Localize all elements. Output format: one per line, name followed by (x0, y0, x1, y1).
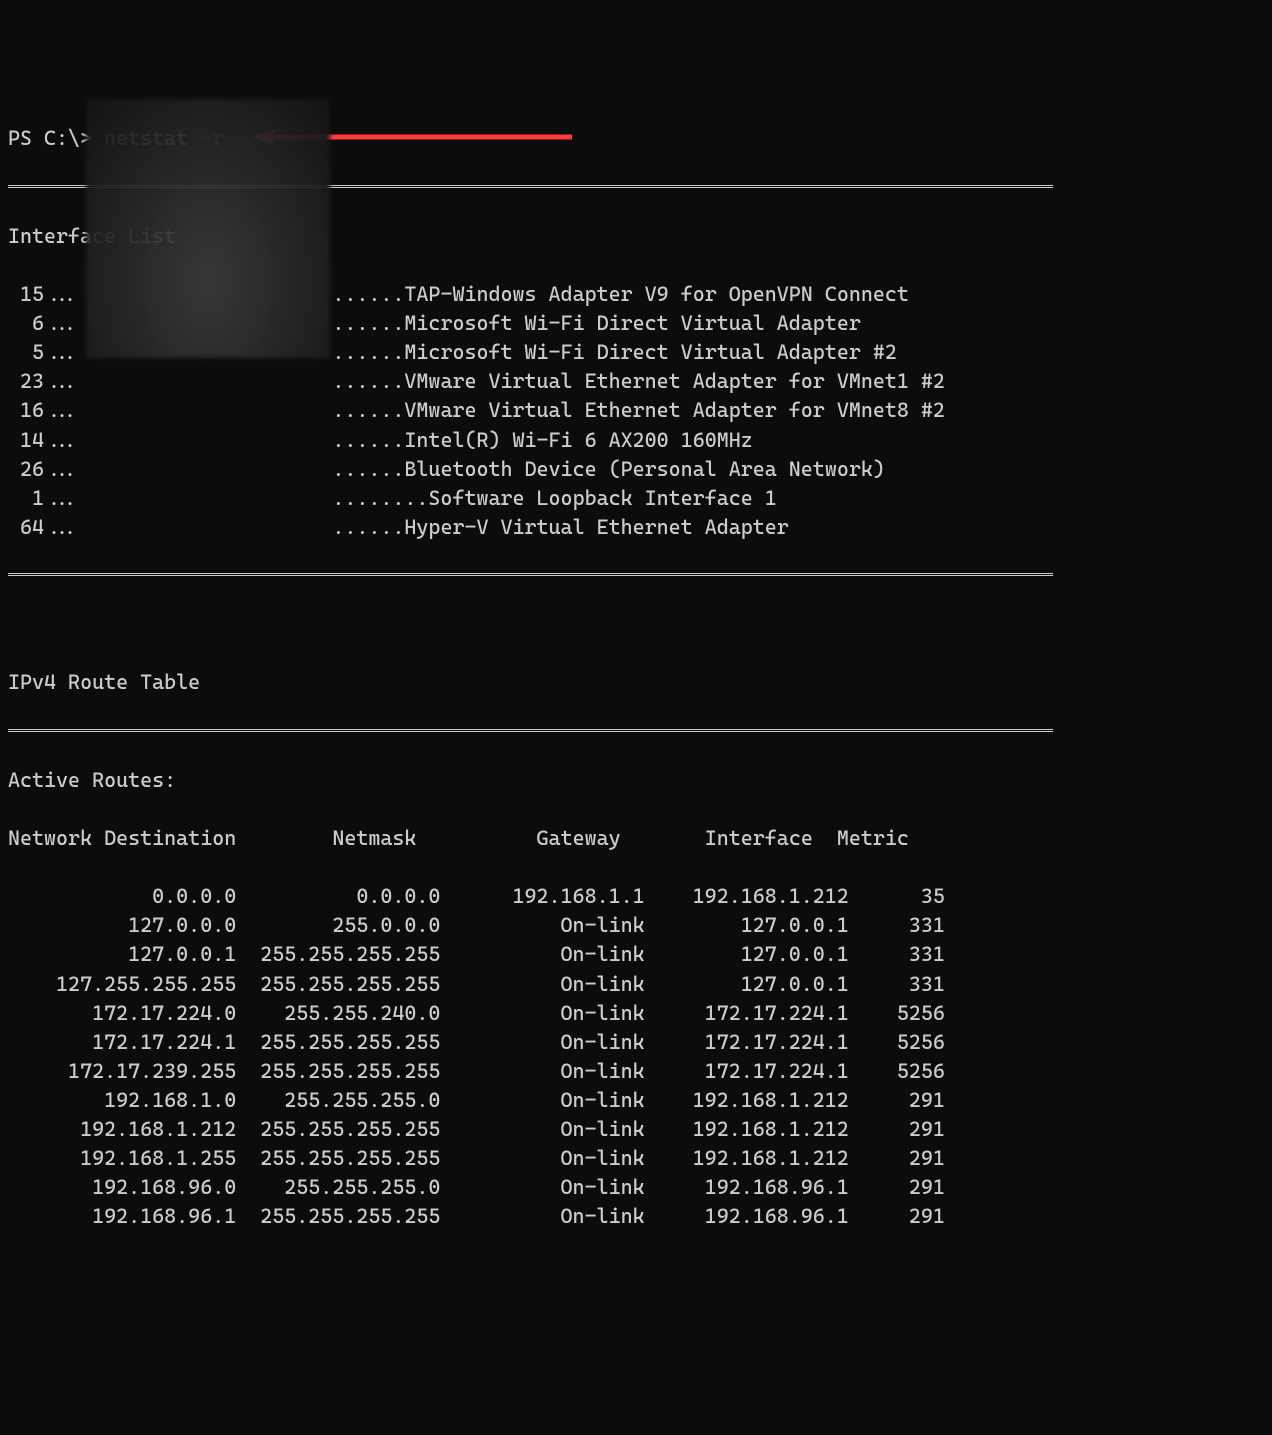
active-routes-label: Active Routes: (8, 766, 1264, 795)
dots: ...... (320, 282, 404, 306)
interface-index: 1 (8, 484, 44, 513)
command-arg: -r (188, 126, 224, 150)
col-gw: Gateway (537, 826, 621, 850)
interface-name: VMware Virtual Ethernet Adapter for VMne… (404, 398, 945, 422)
route-row: 192.168.96.0 255.255.255.0 On-link 192.1… (8, 1173, 1264, 1202)
redacted-mac (80, 369, 320, 393)
route-row: 172.17.239.255 255.255.255.255 On-link 1… (8, 1057, 1264, 1086)
interface-name: Bluetooth Device (Personal Area Network) (404, 457, 884, 481)
redacted-mac (80, 486, 320, 510)
interface-index: 16 (8, 396, 44, 425)
interface-name: Software Loopback Interface 1 (428, 486, 776, 510)
separator-line (8, 185, 1053, 189)
dots: ... (44, 311, 80, 335)
interface-row: 14... ......Intel(R) Wi-Fi 6 AX200 160MH… (8, 426, 1264, 455)
dots: ... (44, 369, 80, 393)
dots: ...... (320, 428, 404, 452)
interface-index: 26 (8, 455, 44, 484)
route-row: 0.0.0.0 0.0.0.0 192.168.1.1 192.168.1.21… (8, 882, 1264, 911)
redacted-mac (80, 340, 320, 364)
redacted-mac (80, 311, 320, 335)
route-row: 172.17.224.0 255.255.240.0 On-link 172.1… (8, 999, 1264, 1028)
col-dest: Network Destination (8, 826, 236, 850)
prompt-prefix: PS C:\> (8, 126, 104, 150)
interface-name: Microsoft Wi-Fi Direct Virtual Adapter (404, 311, 860, 335)
dots: ...... (320, 369, 404, 393)
interface-name: Intel(R) Wi-Fi 6 AX200 160MHz (404, 428, 752, 452)
dots: ... (44, 340, 80, 364)
redacted-mac (80, 515, 320, 539)
redacted-mac (80, 282, 320, 306)
route-row: 127.255.255.255 255.255.255.255 On-link … (8, 970, 1264, 999)
route-row: 192.168.1.0 255.255.255.0 On-link 192.16… (8, 1086, 1264, 1115)
interface-name: Hyper-V Virtual Ethernet Adapter (404, 515, 788, 539)
dots: ...... (320, 398, 404, 422)
route-table-title: IPv4 Route Table (8, 668, 1264, 697)
dots: ...... (320, 457, 404, 481)
interface-index: 23 (8, 367, 44, 396)
dots: ...... (320, 311, 404, 335)
interface-row: 15... ......TAP-Windows Adapter V9 for O… (8, 280, 1264, 309)
dots: ... (44, 486, 80, 510)
interface-row: 64... ......Hyper-V Virtual Ethernet Ada… (8, 513, 1264, 542)
dots: ...... (320, 340, 404, 364)
blank-line (8, 610, 1264, 639)
interface-row: 23... ......VMware Virtual Ethernet Adap… (8, 367, 1264, 396)
interface-name: VMware Virtual Ethernet Adapter for VMne… (404, 369, 945, 393)
command-name: netstat (104, 126, 188, 150)
dots: ... (44, 457, 80, 481)
interface-name: TAP-Windows Adapter V9 for OpenVPN Conne… (404, 282, 909, 306)
prompt-line[interactable]: PS C:\> netstat -r (8, 124, 1264, 153)
redacted-mac (80, 398, 320, 422)
interface-index: 14 (8, 426, 44, 455)
route-list: 0.0.0.0 0.0.0.0 192.168.1.1 192.168.1.21… (8, 882, 1264, 1231)
separator-line (8, 573, 1053, 577)
interface-name: Microsoft Wi-Fi Direct Virtual Adapter #… (404, 340, 896, 364)
col-iface: Interface (705, 826, 813, 850)
dots: ... (44, 515, 80, 539)
route-row: 172.17.224.1 255.255.255.255 On-link 172… (8, 1028, 1264, 1057)
interface-row: 16... ......VMware Virtual Ethernet Adap… (8, 396, 1264, 425)
interface-index: 15 (8, 280, 44, 309)
route-row: 127.0.0.0 255.0.0.0 On-link 127.0.0.1 33… (8, 911, 1264, 940)
interface-index: 64 (8, 513, 44, 542)
route-row: 192.168.1.255 255.255.255.255 On-link 19… (8, 1144, 1264, 1173)
dots: ... (44, 398, 80, 422)
route-row: 127.0.0.1 255.255.255.255 On-link 127.0.… (8, 940, 1264, 969)
dots: ... (44, 282, 80, 306)
dots: ...... (320, 515, 404, 539)
interface-index: 5 (8, 338, 44, 367)
redacted-mac (80, 457, 320, 481)
col-mask: Netmask (332, 826, 416, 850)
separator-line (8, 729, 1053, 733)
interface-row: 26... ......Bluetooth Device (Personal A… (8, 455, 1264, 484)
redacted-mac (80, 428, 320, 452)
col-metric: Metric (837, 826, 909, 850)
route-header-row: Network Destination Netmask Gateway Inte… (8, 824, 1264, 853)
interface-row: 1... ........Software Loopback Interface… (8, 484, 1264, 513)
route-row: 192.168.1.212 255.255.255.255 On-link 19… (8, 1115, 1264, 1144)
route-row: 192.168.96.1 255.255.255.255 On-link 192… (8, 1202, 1264, 1231)
interface-row: 6... ......Microsoft Wi-Fi Direct Virtua… (8, 309, 1264, 338)
annotation-arrow-icon (252, 128, 572, 146)
interface-list-title: Interface List (8, 222, 1264, 251)
dots: ........ (320, 486, 428, 510)
dots: ... (44, 428, 80, 452)
interface-index: 6 (8, 309, 44, 338)
interface-list: 15... ......TAP-Windows Adapter V9 for O… (8, 280, 1264, 542)
interface-row: 5... ......Microsoft Wi-Fi Direct Virtua… (8, 338, 1264, 367)
